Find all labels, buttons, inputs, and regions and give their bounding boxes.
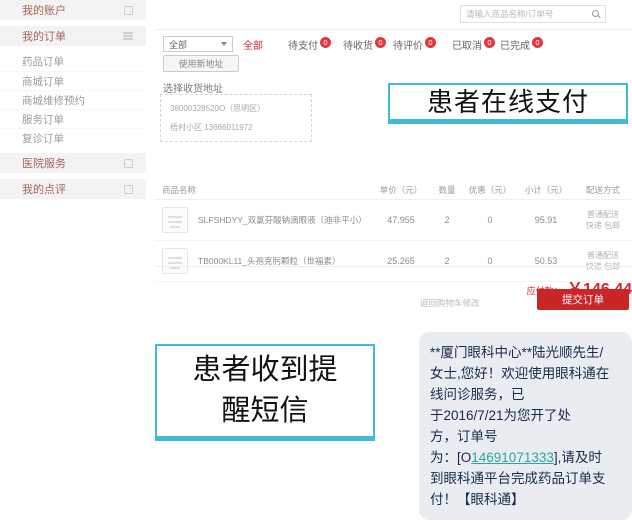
tab-label: 待评价	[393, 41, 423, 52]
sidebar-item-label: 我的账户	[22, 2, 66, 18]
chevron-down-icon	[221, 42, 227, 46]
search-input[interactable]	[466, 9, 592, 19]
sms-text-pre: **厦门眼科中心**陆光顺先生/ 女士,您好！欢迎使用眼科通在 线问诊服务，已 …	[430, 345, 609, 465]
product-thumbnail	[162, 207, 188, 233]
sidebar-item-my-reviews[interactable]: 我的点评	[0, 179, 146, 199]
address-section-title: 选择收货地址	[163, 80, 223, 95]
sidebar-item-label: 复诊订单	[22, 131, 64, 146]
tab-badge: 0	[375, 37, 386, 48]
sidebar-item-label: 商城维修预约	[22, 93, 85, 108]
sidebar-item-label: 我的点评	[22, 181, 66, 197]
sms-order-number-link[interactable]: 14691071333	[471, 450, 554, 465]
sidebar-item-mall-orders[interactable]: 商城订单	[0, 71, 146, 90]
table-row[interactable]: SLFSHDYY_双氯芬酸钠滴眼液（迪非平小） 47.955 2 0 95.91…	[155, 200, 632, 241]
address-line2: 梧村小区 13666011972	[170, 122, 302, 133]
sms-message-bubble: **厦门眼科中心**陆光顺先生/ 女士,您好！欢迎使用眼科通在 线问诊服务，已 …	[419, 332, 632, 520]
sidebar-item-service-orders[interactable]: 服务订单	[0, 109, 146, 128]
search-bar	[460, 5, 606, 23]
product-cell: SLFSHDYY_双氯芬酸钠滴眼液（迪非平小）	[155, 207, 370, 233]
sidebar-item-label: 医院服务	[22, 155, 66, 171]
sidebar-item-followup-orders[interactable]: 复诊订单	[0, 128, 146, 147]
tab-badge: 0	[484, 37, 495, 48]
hospital-icon	[124, 159, 133, 168]
delivery-line2: 快递 包邮	[586, 221, 620, 230]
order-page: 我的账户 我的订单 药品订单 商城订单 商城维修预约 服务订单 复诊订单	[0, 0, 632, 522]
sidebar-item-drug-orders[interactable]: 药品订单	[0, 52, 146, 71]
sidebar-item-mall-service-booking[interactable]: 商城维修预约	[0, 90, 146, 109]
quantity: 2	[432, 215, 462, 225]
tab-pending-payment[interactable]: 待支付0	[288, 37, 331, 52]
tab-badge: 0	[320, 37, 331, 48]
discount: 0	[462, 256, 518, 266]
submit-order-button[interactable]: 提交订单	[537, 289, 629, 310]
tab-label: 已完成	[500, 41, 530, 52]
annotation-pay-online: 患者在线支付	[388, 83, 628, 124]
account-icon	[124, 6, 133, 15]
sidebar: 我的账户 我的订单 药品订单 商城订单 商城维修预约 服务订单 复诊订单	[0, 0, 146, 199]
tab-label: 已取消	[452, 41, 482, 52]
delivery-line1: 普通配送	[587, 251, 619, 260]
use-new-address-button[interactable]: 使用新地址	[163, 55, 239, 72]
tab-pending-receipt[interactable]: 待收货0	[343, 37, 386, 52]
order-type-select[interactable]: 全部	[163, 36, 233, 52]
tab-cancelled[interactable]: 已取消0	[452, 37, 495, 52]
sidebar-item-label: 药品订单	[22, 54, 64, 69]
unit-price: 47.955	[370, 215, 432, 225]
col-unit-price: 单价（元）	[370, 184, 432, 196]
subtotal: 95.91	[518, 215, 574, 225]
sidebar-item-hospital-services[interactable]: 医院服务	[0, 153, 146, 173]
col-product-name: 商品名称	[155, 184, 370, 196]
tab-label: 待收货	[343, 41, 373, 52]
sidebar-item-label: 商城订单	[22, 74, 64, 89]
reviews-icon	[124, 185, 133, 194]
tab-completed[interactable]: 已完成0	[500, 37, 543, 52]
tab-all[interactable]: 全部	[243, 37, 263, 52]
back-to-cart-link[interactable]: 返回购物车修改	[420, 297, 480, 309]
unit-price: 25.265	[370, 256, 432, 266]
sidebar-item-label: 服务订单	[22, 112, 64, 127]
delivery-line1: 普通配送	[587, 210, 619, 219]
col-quantity: 数量	[432, 184, 462, 196]
sidebar-item-my-orders[interactable]: 我的订单	[0, 26, 146, 46]
tab-label: 全部	[243, 41, 263, 52]
product-name: SLFSHDYY_双氯芬酸钠滴眼液（迪非平小）	[198, 214, 367, 226]
tab-badge: 0	[532, 37, 543, 48]
col-discount: 优惠（元）	[462, 184, 518, 196]
col-delivery: 配送方式	[574, 184, 632, 196]
discount: 0	[462, 215, 518, 225]
col-subtotal: 小计（元）	[518, 184, 574, 196]
subtotal: 50.53	[518, 256, 574, 266]
address-line1: 38000328520O（思明区）	[170, 103, 302, 114]
delivery-method: 普通配送 快递 包邮	[574, 209, 632, 231]
annotation-sms-received: 患者收到提 醒短信	[155, 344, 375, 441]
quantity: 2	[432, 256, 462, 266]
select-value: 全部	[169, 38, 187, 51]
address-card[interactable]: 38000328520O（思明区） 梧村小区 13666011972	[160, 94, 312, 142]
orders-list-icon	[123, 32, 133, 40]
tab-label: 待支付	[288, 41, 318, 52]
orders-submenu: 药品订单 商城订单 商城维修预约 服务订单 复诊订单	[0, 52, 146, 147]
sidebar-item-my-account[interactable]: 我的账户	[0, 0, 146, 20]
table-header-row: 商品名称 单价（元） 数量 优惠（元） 小计（元） 配送方式	[155, 181, 632, 200]
sidebar-item-label: 我的订单	[22, 28, 66, 44]
tab-badge: 0	[425, 37, 436, 48]
tab-pending-review[interactable]: 待评价0	[393, 37, 436, 52]
header-divider	[155, 29, 632, 30]
search-icon[interactable]	[592, 10, 600, 18]
